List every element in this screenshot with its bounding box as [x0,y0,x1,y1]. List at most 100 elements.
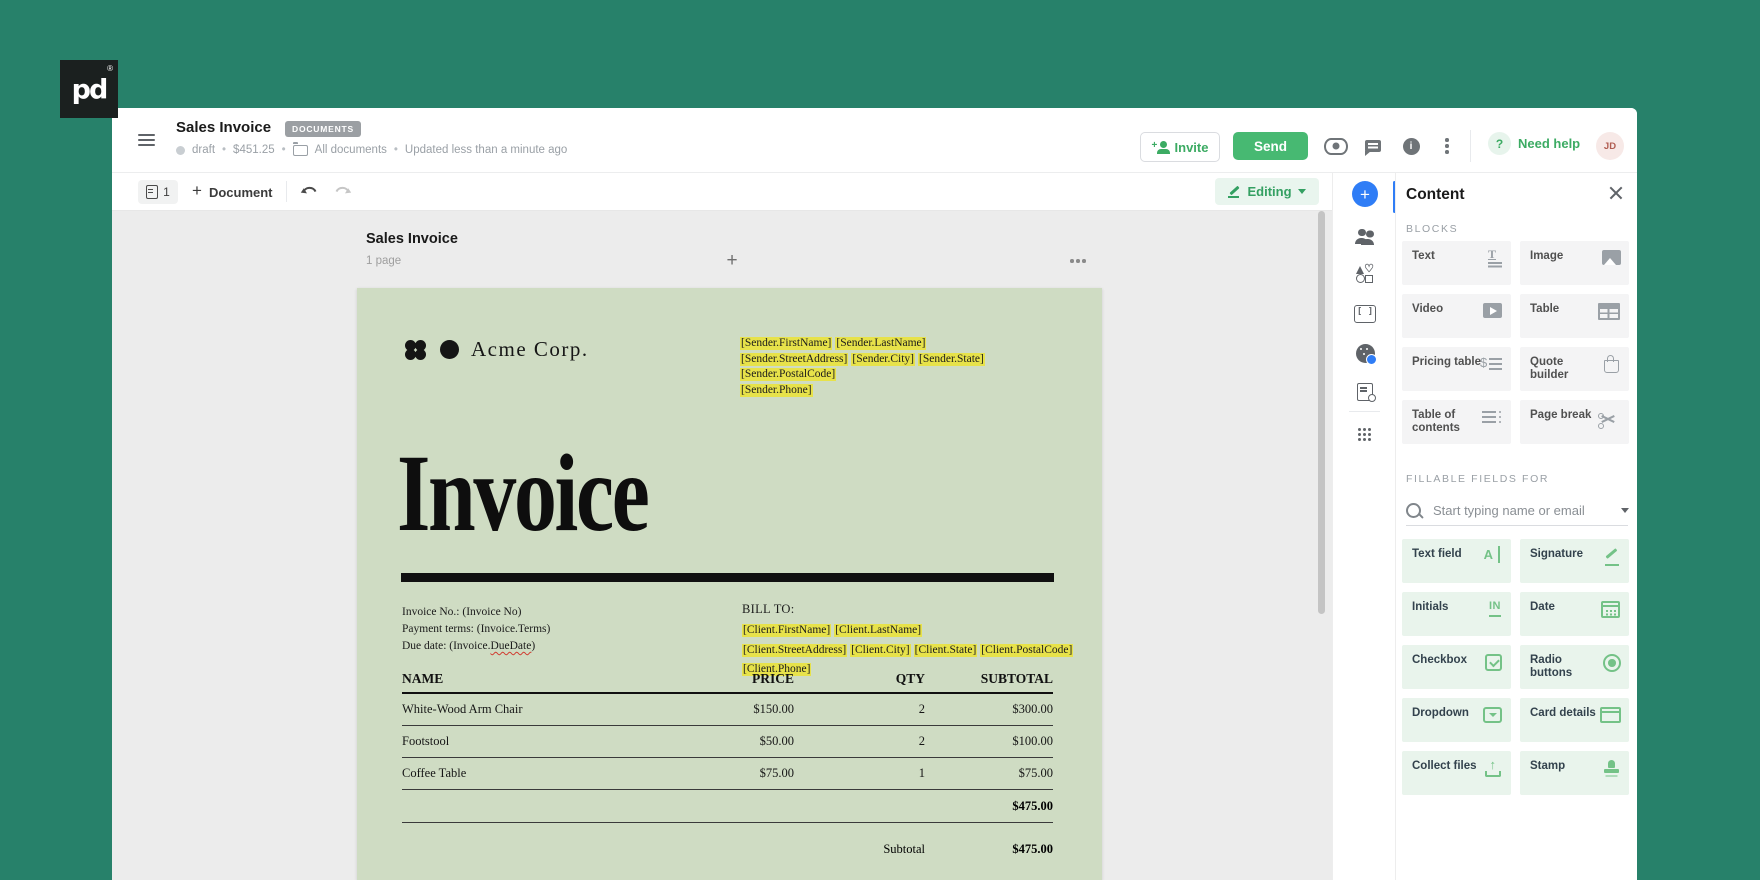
table-row[interactable]: Coffee Table $75.00 1 $75.00 [402,758,1053,790]
merge-field[interactable]: [Sender.LastName] [835,337,927,350]
merge-field[interactable]: [Client.City] [850,643,911,657]
field-tile-collect-files[interactable]: Collect files [1402,751,1511,795]
block-tile-table-of-contents[interactable]: Table of contents [1402,400,1511,444]
comments-button[interactable] [1361,134,1385,158]
chevron-down-icon [1297,189,1306,194]
rail-design-button[interactable] [1351,339,1379,367]
invoice-page[interactable]: Acme Corp. [Sender.FirstName] [Sender.Las… [357,288,1102,880]
plus-icon: + [192,181,202,200]
redo-button[interactable] [332,184,352,203]
canvas-document-title[interactable]: Sales Invoice [366,231,458,247]
add-document-button[interactable]: + Document [192,180,273,204]
block-tile-text[interactable]: Text [1402,241,1511,285]
send-button[interactable]: Send [1233,132,1308,160]
add-person-icon: + [1152,140,1170,154]
merge-field[interactable]: [Sender.State] [918,352,985,366]
due-date-line: Due date: (Invoice.DueDate) [402,640,536,652]
merge-field[interactable]: [Sender.City] [851,352,916,366]
field-tile-text-field[interactable]: Text field [1402,539,1511,583]
editing-mode-dropdown[interactable]: Editing [1215,178,1319,205]
close-icon[interactable] [1606,183,1626,203]
search-icon [1406,502,1421,518]
page-break-icon [1600,412,1620,430]
app-header: Sales Invoice DOCUMENTS draft • $451.25 … [112,108,1637,173]
block-tile-table[interactable]: Table [1520,294,1629,338]
pages-icon [146,185,159,199]
page-count-chip[interactable]: 1 [138,180,178,204]
page-options-button[interactable] [1070,259,1090,263]
document-settings-icon [1357,383,1376,402]
sender-merge-fields[interactable]: [Sender.FirstName] [Sender.LastName] [Sen… [740,335,988,397]
block-tile-pricing-table[interactable]: Pricing table [1402,347,1511,391]
add-page-button[interactable]: + [722,251,742,271]
recipient-search[interactable] [1406,495,1629,526]
field-tile-card-details[interactable]: Card details [1520,698,1629,742]
rail-recipients-button[interactable] [1351,222,1379,250]
undo-button[interactable] [300,184,320,203]
folder-label[interactable]: All documents [315,144,387,156]
preview-button[interactable] [1324,134,1348,158]
company-name: Acme Corp. [471,337,589,361]
page-count-value: 1 [163,185,170,199]
document-title[interactable]: Sales Invoice [176,119,271,136]
blocks-section-label: BLOCKS [1406,223,1459,235]
merge-field[interactable]: [Client.StreetAddress] [742,643,848,657]
info-button[interactable]: i [1399,134,1423,158]
merge-field[interactable]: [Client.State] [913,643,978,657]
table-header-row: NAME PRICE QTY SUBTOTAL [402,666,1053,694]
rail-automations-button[interactable] [1351,378,1379,406]
merge-field[interactable]: [Client.LastName] [834,624,923,637]
invite-button[interactable]: + Invite [1140,132,1220,162]
dot-logo-icon [440,340,459,359]
block-tile-quote-builder[interactable]: Quote builder [1520,347,1629,391]
canvas-scrollbar[interactable] [1318,211,1325,614]
table-row[interactable]: White-Wood Arm Chair $150.00 2 $300.00 [402,694,1053,726]
more-actions-button[interactable] [1435,134,1459,158]
block-tile-video[interactable]: Video [1402,294,1511,338]
user-avatar[interactable]: JD [1596,132,1624,160]
field-tile-radio-buttons[interactable]: Radio buttons [1520,645,1629,689]
palette-icon [1355,343,1377,365]
merge-field[interactable]: [Sender.Phone] [740,383,813,397]
recipient-search-input[interactable] [1431,501,1611,519]
registered-mark: ® [107,64,113,73]
field-tile-signature[interactable]: Signature [1520,539,1629,583]
editor-toolbar: 1 + Document Editing [112,173,1332,211]
toolbar-divider [286,181,287,202]
rail-add-content-button[interactable]: + [1351,180,1379,208]
date-icon [1601,601,1620,618]
dropdown-icon [1483,707,1502,723]
pandadoc-logo[interactable]: pd ® [60,60,118,118]
field-tile-stamp[interactable]: Stamp [1520,751,1629,795]
subtotal-label: Subtotal [883,841,925,856]
rail-fields-button[interactable] [1351,260,1379,288]
need-help-label: Need help [1518,136,1581,151]
quote-builder-icon [1604,355,1619,373]
fillable-fields-label: FILLABLE FIELDS FOR [1406,473,1550,485]
pandadoc-editor: { "brand": { "logo": "pd", "registered":… [0,0,1760,880]
field-tile-initials[interactable]: Initials [1402,592,1511,636]
rail-apps-button[interactable] [1351,421,1379,449]
line-items-table[interactable]: NAME PRICE QTY SUBTOTAL White-Wood Arm C… [402,666,1053,862]
eye-icon [1324,137,1348,155]
panel-title: Content [1406,186,1465,203]
field-tile-date[interactable]: Date [1520,592,1629,636]
apps-grid-icon [1358,428,1372,442]
need-help-button[interactable]: ? Need help [1488,132,1580,155]
merge-field[interactable]: [Sender.StreetAddress] [740,352,849,366]
undo-icon [300,186,317,194]
merge-field[interactable]: [Sender.FirstName] [740,337,833,350]
merge-field[interactable]: [Sender.PostalCode] [740,368,837,381]
field-tile-dropdown[interactable]: Dropdown [1402,698,1511,742]
pandadoc-logo-mark: pd [71,74,109,106]
field-tile-checkbox[interactable]: Checkbox [1402,645,1511,689]
hamburger-menu-icon[interactable] [138,134,155,146]
brackets-icon [1354,305,1376,323]
merge-field[interactable]: [Client.FirstName] [742,624,832,637]
block-tile-page-break[interactable]: Page break [1520,400,1629,444]
rail-variables-button[interactable] [1351,300,1379,328]
chevron-down-icon[interactable] [1621,507,1629,513]
block-tile-image[interactable]: Image [1520,241,1629,285]
table-row[interactable]: Footstool $50.00 2 $100.00 [402,726,1053,758]
merge-field[interactable]: [Client.PostalCode] [980,643,1074,657]
